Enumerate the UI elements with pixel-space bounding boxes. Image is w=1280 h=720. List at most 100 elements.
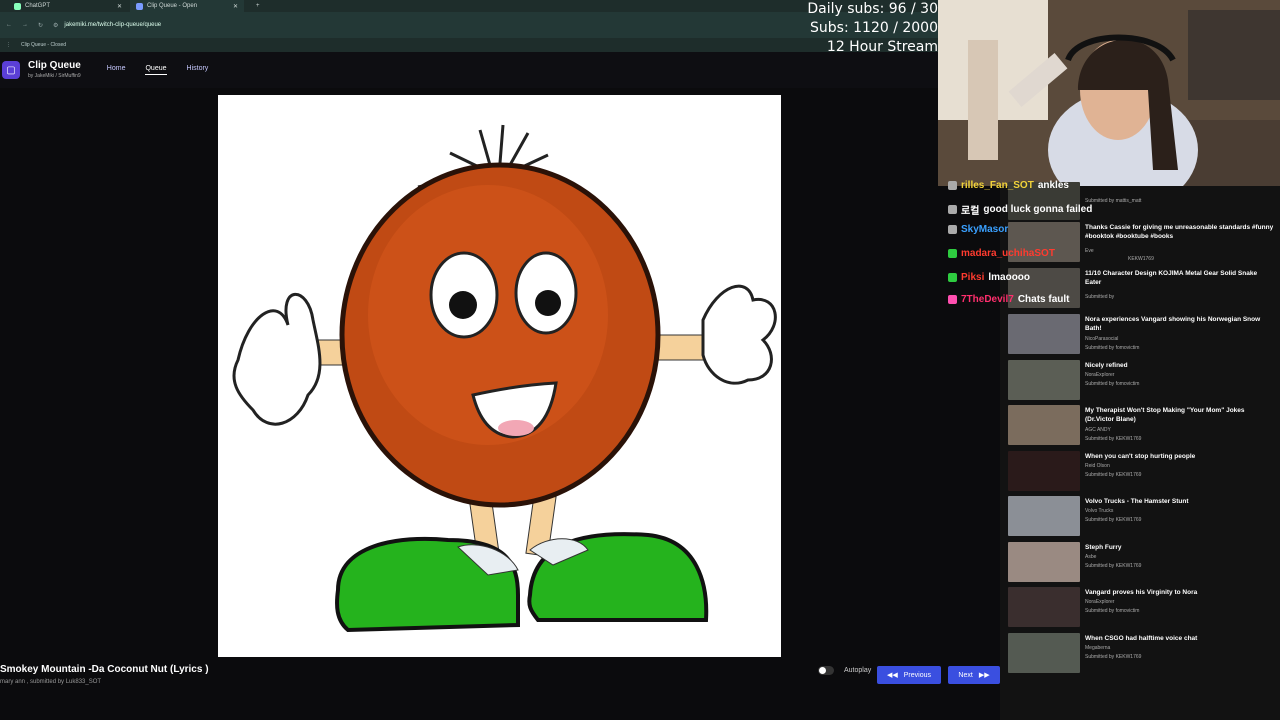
brush-badge-icon bbox=[948, 205, 957, 214]
autoplay-label: Autoplay bbox=[844, 667, 872, 674]
stream-goal: 12 Hour Stream bbox=[826, 39, 938, 55]
clip-title: Smokey Mountain -Da Coconut Nut (Lyrics … bbox=[0, 664, 209, 675]
chat-text: ankles bbox=[1037, 180, 1069, 191]
app-title: Clip Queue bbox=[28, 60, 81, 71]
brush-badge-icon bbox=[948, 181, 957, 190]
url-input[interactable]: jakemiki.me/twitch-clip-queue/queue bbox=[64, 22, 161, 28]
nav-queue[interactable]: Queue bbox=[145, 65, 167, 75]
chat-username: 7TheDevil7 bbox=[961, 294, 1014, 305]
chat-message: Piksi lmaoooo bbox=[948, 272, 1030, 283]
queue-item[interactable]: My Therapist Won't Stop Making "Your Mom… bbox=[1008, 405, 1274, 447]
queue-item-title: Vangard proves his Virginity to Nora bbox=[1085, 589, 1198, 596]
chatgpt-icon bbox=[14, 2, 21, 10]
app-header: ▢ Clip Queue by JakeMiki / SirMuffin9 Ho… bbox=[0, 52, 940, 88]
chat-text: good luck gonna failed bbox=[983, 204, 1093, 215]
chat-username: SkyMasor bbox=[961, 224, 1009, 235]
stream-stats-overlay: Daily subs: 96 / 30 Subs: 1120 / 2000 12… bbox=[800, 0, 938, 57]
webcam-feed bbox=[938, 0, 1280, 186]
queue-item-submitter: Submitted by fomovictim bbox=[1085, 381, 1140, 387]
coconut-character-image bbox=[232, 124, 777, 633]
queue-item-channel: Eve bbox=[1085, 248, 1094, 254]
clip-thumbnail bbox=[1008, 360, 1080, 400]
video-player[interactable] bbox=[218, 95, 781, 657]
queue-item[interactable]: Nora experiences Vangard showing his Nor… bbox=[1008, 314, 1274, 356]
queue-item-title: When CSGO had halftime voice chat bbox=[1085, 635, 1198, 642]
fast-forward-icon: ▶▶ bbox=[978, 672, 990, 679]
queue-item-submitter: Submitted by KEKW1769 bbox=[1085, 436, 1142, 442]
nav-home[interactable]: Home bbox=[107, 65, 126, 75]
chat-username: rilles_Fan_SOT bbox=[961, 180, 1034, 191]
subs-total: Subs: 1120 / 2000 bbox=[810, 20, 938, 36]
queue-item[interactable]: When CSGO had halftime voice chat Megabe… bbox=[1008, 633, 1274, 675]
queue-item[interactable]: Volvo Trucks - The Hamster Stunt Volvo T… bbox=[1008, 496, 1274, 538]
clip-queue-icon bbox=[136, 2, 143, 10]
tab-chatgpt[interactable]: ChatGPT ✕ bbox=[8, 0, 128, 12]
queue-item-channel: NoraExplorer bbox=[1085, 372, 1115, 378]
queue-item-submitter: Submitted by bbox=[1085, 294, 1115, 300]
queue-item-channel: AGC ANDY bbox=[1085, 427, 1111, 433]
tab-label: ChatGPT bbox=[25, 3, 51, 9]
tab-clip-queue[interactable]: Clip Queue - Open ✕ bbox=[130, 0, 244, 12]
clip-thumbnail bbox=[1008, 633, 1080, 673]
clip-queue-list: Submitted by mattis_matt Thanks Cassie f… bbox=[1000, 182, 1280, 720]
check-badge-icon bbox=[948, 249, 957, 258]
address-bar: ← → ↻ ⚙ jakemiki.me/twitch-clip-queue/qu… bbox=[0, 12, 940, 38]
clip-thumbnail bbox=[1008, 587, 1080, 627]
chat-message: rilles_Fan_SOT ankles bbox=[948, 180, 1069, 191]
queue-item-channel: NicoParasocial bbox=[1085, 336, 1119, 342]
chat-message: 7TheDevil7 Chats fault bbox=[948, 294, 1069, 305]
queue-item-title: Nicely refined bbox=[1085, 362, 1128, 369]
clip-thumbnail bbox=[1008, 405, 1080, 445]
chat-message: 로컬 good luck gonna failed bbox=[948, 202, 1092, 217]
clip-thumbnail bbox=[1008, 451, 1080, 491]
clip-thumbnail bbox=[1008, 496, 1080, 536]
queue-item-submitter: KEKW1769 bbox=[1128, 256, 1154, 262]
chat-username: Piksi bbox=[961, 272, 985, 283]
chat-username: 로컬 bbox=[961, 206, 980, 217]
queue-item-submitter: Submitted by fomovictim bbox=[1085, 608, 1140, 614]
queue-item-title: Steph Furry bbox=[1085, 544, 1122, 551]
reload-icon[interactable]: ↻ bbox=[38, 22, 43, 29]
queue-item[interactable]: When you can't stop hurting people Reid … bbox=[1008, 451, 1274, 493]
queue-item-submitter: Submitted by KEKW1769 bbox=[1085, 472, 1142, 478]
nav-history[interactable]: History bbox=[187, 65, 209, 75]
new-tab-button[interactable]: + bbox=[250, 0, 266, 12]
chat-text: Chats fault bbox=[1017, 294, 1070, 305]
queue-item[interactable]: Nicely refined NoraExplorer Submitted by… bbox=[1008, 360, 1274, 402]
autoplay-toggle[interactable] bbox=[818, 666, 834, 675]
queue-item-title: Thanks Cassie for giving me unreasonable… bbox=[1085, 224, 1274, 240]
queue-item-channel: Megaberna bbox=[1085, 645, 1111, 651]
heart-badge-icon bbox=[948, 295, 957, 304]
autoplay-control[interactable]: Autoplay bbox=[818, 666, 871, 675]
queue-item[interactable]: Vangard proves his Virginity to Nora Nor… bbox=[1008, 587, 1274, 629]
brush-badge-icon bbox=[948, 225, 957, 234]
queue-item-channel: Volvo Trucks bbox=[1085, 508, 1114, 514]
queue-item-channel: Asbe bbox=[1085, 554, 1097, 560]
main-nav: Home Queue History bbox=[107, 65, 209, 75]
previous-button[interactable]: ◀◀ Previous bbox=[877, 666, 941, 684]
apps-icon[interactable]: ⋮ bbox=[6, 42, 11, 48]
queue-item-title: Volvo Trucks - The Hamster Stunt bbox=[1085, 498, 1189, 505]
app-byline: by JakeMiki / SirMuffin9 bbox=[28, 73, 81, 79]
clip-thumbnail bbox=[1008, 314, 1080, 354]
queue-item-channel: Reid Olson bbox=[1085, 463, 1110, 469]
queue-item-submitter: Submitted by fomovictim bbox=[1085, 345, 1140, 351]
chat-username: madara_uchihaSOT bbox=[961, 248, 1055, 259]
check-badge-icon bbox=[948, 273, 957, 282]
clip-thumbnail bbox=[1008, 542, 1080, 582]
tv-icon: ▢ bbox=[2, 61, 20, 79]
queue-item-submitter: Submitted by mattis_matt bbox=[1085, 198, 1142, 204]
queue-item[interactable]: Steph Furry Asbe Submitted by KEKW1769 bbox=[1008, 542, 1274, 584]
back-icon[interactable]: ← bbox=[6, 22, 12, 29]
bookmark-clip-queue[interactable]: Clip Queue - Closed bbox=[21, 42, 66, 48]
next-label: Next bbox=[958, 671, 973, 679]
close-icon[interactable]: ✕ bbox=[117, 3, 122, 10]
next-button[interactable]: Next ▶▶ bbox=[948, 666, 1000, 684]
close-icon[interactable]: ✕ bbox=[233, 3, 238, 10]
daily-subs: Daily subs: 96 / 30 bbox=[807, 1, 938, 17]
forward-icon[interactable]: → bbox=[22, 22, 28, 29]
bookmarks-bar: ⋮ Clip Queue - Closed bbox=[0, 38, 940, 52]
queue-item-title: When you can't stop hurting people bbox=[1085, 453, 1196, 460]
site-info-icon[interactable]: ⚙ bbox=[53, 22, 58, 29]
queue-item-submitter: Submitted by KEKW1769 bbox=[1085, 517, 1142, 523]
